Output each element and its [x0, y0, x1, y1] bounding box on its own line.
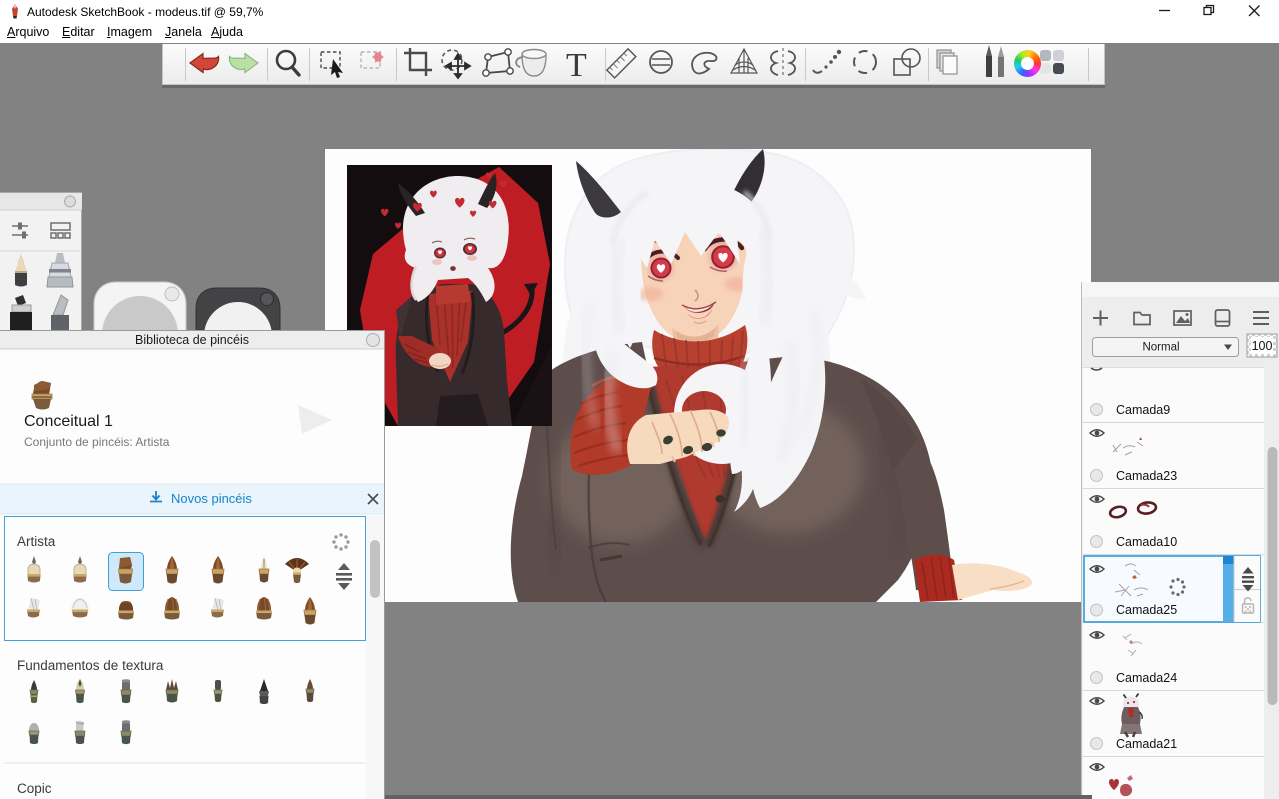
svg-text:Fundamentos de textura: Fundamentos de textura	[17, 658, 164, 673]
svg-text:Conceitual 1: Conceitual 1	[24, 413, 113, 430]
svg-text:T: T	[566, 47, 587, 83]
svg-text:100: 100	[1252, 339, 1273, 353]
svg-text:Normal: Normal	[1142, 342, 1179, 354]
svg-text:Camada10: Camada10	[1116, 535, 1177, 549]
svg-text:Copic: Copic	[17, 781, 52, 796]
svg-text:Camada21: Camada21	[1116, 737, 1177, 751]
svg-text:Camada23: Camada23	[1116, 469, 1177, 483]
svg-text:Novos pincéis: Novos pincéis	[171, 491, 252, 506]
svg-text:Camada9: Camada9	[1116, 403, 1170, 417]
svg-text:Artista: Artista	[17, 534, 56, 549]
svg-text:Camada25: Camada25	[1116, 603, 1177, 617]
svg-text:Camada24: Camada24	[1116, 671, 1177, 685]
svg-text:Conjunto de pincéis: Artista: Conjunto de pincéis: Artista	[24, 435, 170, 449]
svg-text:Biblioteca de pincéis: Biblioteca de pincéis	[135, 333, 249, 347]
